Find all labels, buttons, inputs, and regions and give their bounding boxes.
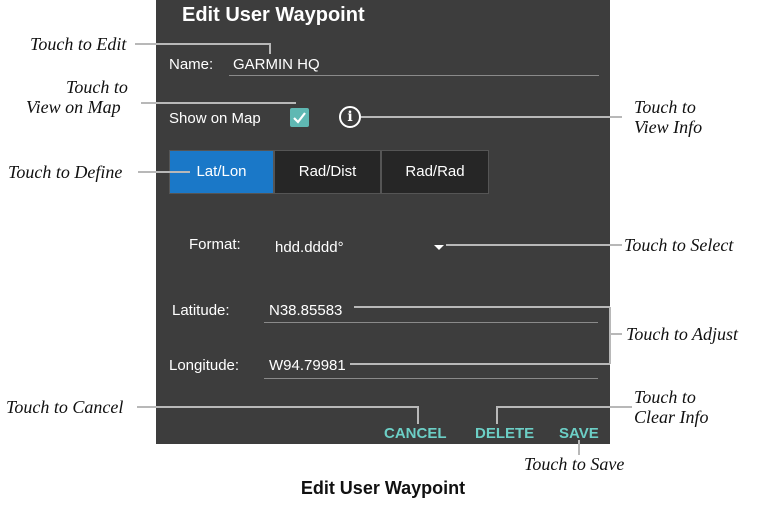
callout-touch-to-select: Touch to Select <box>624 235 734 255</box>
callout-touch-to-cancel: Touch to Cancel <box>6 397 124 417</box>
figure-caption: Edit User Waypoint <box>300 478 466 498</box>
callout-touch-to-clear-info-line1: Touch to <box>634 387 696 407</box>
callout-touch-to-view-info-line1: Touch to <box>634 97 696 117</box>
callout-touch-to-adjust: Touch to Adjust <box>626 324 739 344</box>
callout-touch-to-clear-info-line2: Clear Info <box>634 407 709 427</box>
callout-touch-to-define: Touch to Define <box>8 162 123 182</box>
callout-touch-to-edit: Touch to Edit <box>30 34 127 54</box>
callout-touch-to-view-info-line2: View Info <box>634 117 703 137</box>
callout-touch-to-save: Touch to Save <box>524 454 625 474</box>
callout-touch-to-view-map-line1: Touch to <box>66 77 128 97</box>
callout-touch-to-view-map-line2: View on Map <box>26 97 121 117</box>
